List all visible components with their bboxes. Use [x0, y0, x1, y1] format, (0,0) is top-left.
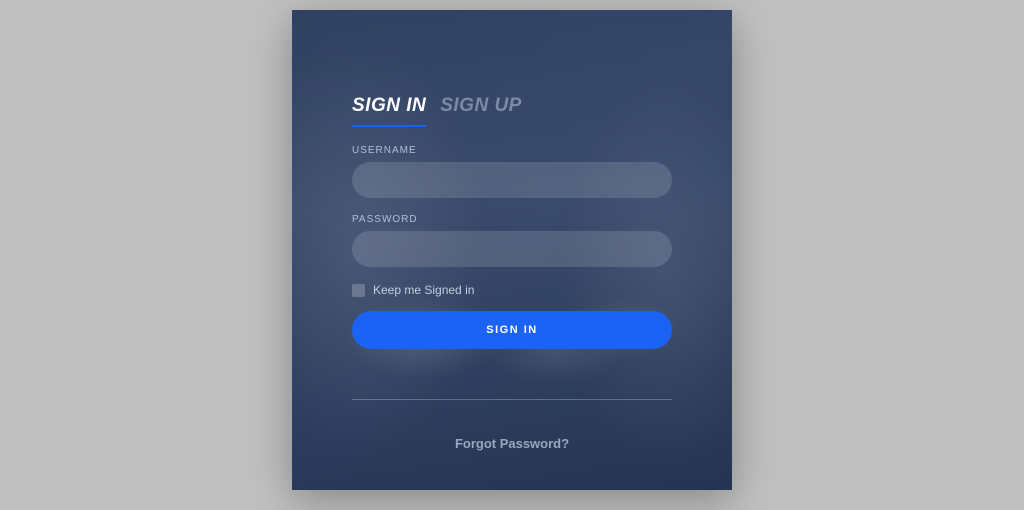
password-input[interactable]	[352, 231, 672, 267]
tab-signin[interactable]: SIGN IN	[352, 95, 426, 127]
tab-signup[interactable]: SIGN UP	[440, 95, 522, 127]
password-group: PASSWORD	[352, 214, 672, 267]
remember-checkbox[interactable]	[352, 284, 365, 297]
remember-row: Keep me Signed in	[352, 283, 672, 297]
password-label: PASSWORD	[352, 214, 672, 225]
signin-button[interactable]: SIGN IN	[352, 311, 672, 349]
username-input[interactable]	[352, 162, 672, 198]
signin-card: SIGN IN SIGN UP USERNAME PASSWORD Keep m…	[292, 10, 732, 490]
remember-label: Keep me Signed in	[373, 283, 474, 297]
username-label: USERNAME	[352, 145, 672, 156]
forgot-password-link[interactable]: Forgot Password?	[352, 436, 672, 451]
divider	[352, 399, 672, 400]
username-group: USERNAME	[352, 145, 672, 198]
auth-tabs: SIGN IN SIGN UP	[352, 95, 672, 127]
card-inner: SIGN IN SIGN UP USERNAME PASSWORD Keep m…	[292, 10, 732, 490]
